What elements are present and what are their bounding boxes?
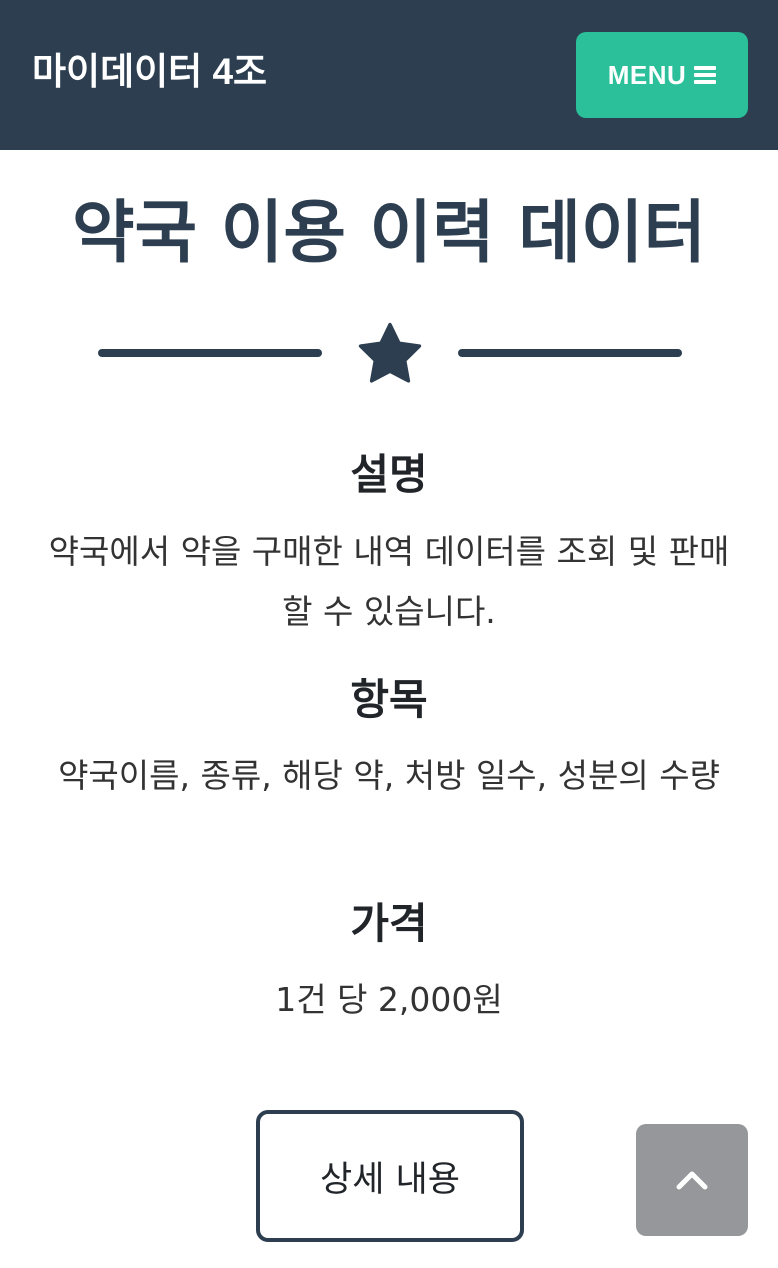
brand-link[interactable]: 마이데이터 4조 xyxy=(32,47,267,97)
detail-button[interactable]: 상세 내용 xyxy=(256,1110,524,1242)
price-text: 1건 당 2,000원 xyxy=(275,980,503,1019)
chevron-up-icon xyxy=(676,1171,708,1190)
top-navbar: 마이데이터 4조 MENU xyxy=(0,0,778,150)
star-icon xyxy=(358,322,422,383)
divider-line-right xyxy=(458,349,682,357)
scroll-to-top-button[interactable] xyxy=(636,1124,748,1236)
menu-label: MENU xyxy=(607,59,687,90)
description-text: 약국에서 약을 구매한 내역 데이터를 조회 및 판매할 수 있습니다. xyxy=(48,532,730,631)
menu-toggle-button[interactable]: MENU xyxy=(576,32,748,118)
detail-button-label: 상세 내용 xyxy=(320,1159,460,1200)
fields-text: 약국이름, 종류, 해당 약, 처방 일수, 성분의 수량 xyxy=(58,756,720,795)
bars-icon xyxy=(694,63,717,87)
price-heading: 가격 xyxy=(350,899,428,948)
divider-line-left xyxy=(98,349,322,357)
description-heading: 설명 xyxy=(350,450,428,499)
page-title: 약국 이용 이력 데이터 xyxy=(71,194,707,273)
fields-heading: 항목 xyxy=(350,675,428,724)
